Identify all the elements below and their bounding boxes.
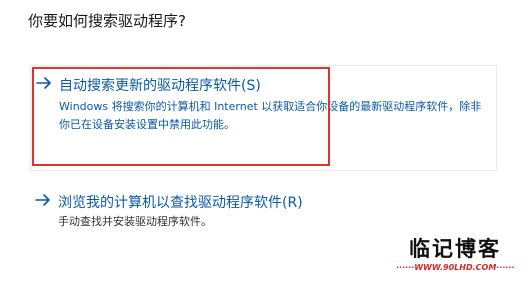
watermark-name: 临记博客 [409,237,501,261]
arrow-right-icon [35,194,50,206]
page-title: 你要如何搜索驱动程序? [28,12,186,30]
watermark-url: ······WWW.90LHD.COM······ [396,263,515,272]
browse-computer-description: 手动查找并安装驱动程序软件。 [58,215,212,228]
search-automatically-title: 自动搜索更新的驱动程序软件(S) [59,78,261,94]
browse-computer-title: 浏览我的计算机以查找驱动程序软件(R) [58,195,303,211]
arrow-right-icon [36,77,51,89]
watermark: 临记博客 ······WWW.90LHD.COM······ [396,236,515,278]
search-automatically-option[interactable]: 自动搜索更新的驱动程序软件(S) Windows 将搜索你的计算机和 Inter… [30,65,497,171]
search-automatically-description: Windows 将搜索你的计算机和 Internet 以获取适合你设备的最新驱动… [59,100,482,131]
